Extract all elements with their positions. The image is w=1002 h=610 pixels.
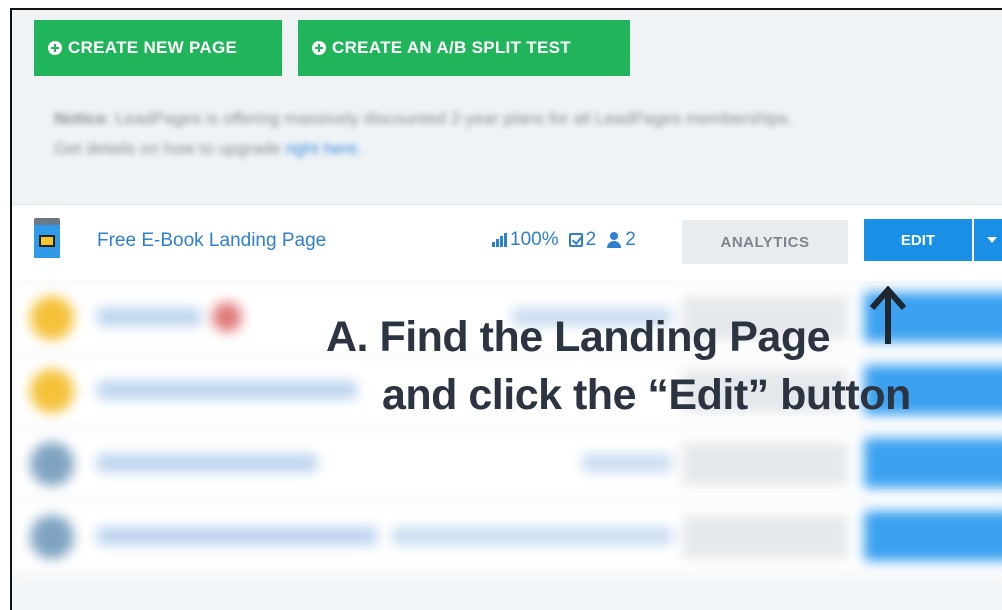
plus-circle-icon xyxy=(312,41,326,55)
page-icon xyxy=(30,442,74,486)
page-name-link[interactable]: Free E-Book Landing Page xyxy=(97,230,326,252)
annotation-line-2: and click the “Edit” button xyxy=(382,371,911,419)
notice-line2: Get details on how to upgrade xyxy=(54,139,281,158)
notice-banner: Notice: LeadPages is offering massively … xyxy=(54,109,793,158)
landing-page-icon xyxy=(34,218,60,258)
bar-chart-icon xyxy=(492,233,507,247)
list-item-featured: Free E-Book Landing Page 100% 2 2 ANALYT… xyxy=(12,205,1002,282)
check-square-icon xyxy=(568,233,583,247)
arrow-up-icon xyxy=(869,286,907,344)
users-value: 2 xyxy=(625,229,636,250)
stats-placeholder xyxy=(582,454,672,472)
conversion-value: 100% xyxy=(510,229,559,250)
users-stat: 2 xyxy=(606,229,636,251)
annotation-line-1: A. Find the Landing Page xyxy=(326,313,830,361)
list-item xyxy=(12,501,1002,574)
page-stats: 100% 2 2 xyxy=(492,229,636,251)
status-badge xyxy=(212,302,242,332)
notice-text: LeadPages is offering massively discount… xyxy=(115,109,793,128)
list-item xyxy=(12,428,1002,501)
create-split-test-label: CREATE AN A/B SPLIT TEST xyxy=(332,38,571,57)
top-toolbar: CREATE NEW PAGE CREATE AN A/B SPLIT TEST… xyxy=(12,10,1002,205)
page-name-placeholder xyxy=(97,454,317,472)
create-new-page-label: CREATE NEW PAGE xyxy=(68,38,238,57)
notice-link[interactable]: right here. xyxy=(286,139,363,158)
user-icon xyxy=(606,232,622,248)
page-name-placeholder xyxy=(97,381,357,399)
conversion-stat: 100% xyxy=(492,229,559,251)
analytics-button[interactable]: ANALYTICS xyxy=(682,220,848,264)
create-new-page-button[interactable]: CREATE NEW PAGE xyxy=(34,20,282,76)
page-name-placeholder xyxy=(97,308,201,326)
edit-button-placeholder xyxy=(864,511,1002,561)
analytics-button-placeholder xyxy=(682,442,848,486)
tasks-value: 2 xyxy=(585,229,597,250)
edit-button-placeholder xyxy=(864,438,1002,488)
edit-dropdown-caret-icon[interactable] xyxy=(974,219,1002,261)
stats-placeholder xyxy=(392,527,672,545)
create-split-test-button[interactable]: CREATE AN A/B SPLIT TEST xyxy=(298,20,630,76)
page-name-placeholder xyxy=(97,527,377,545)
edit-button[interactable]: EDIT xyxy=(864,219,972,261)
notice-title: Notice xyxy=(54,109,106,128)
page-icon xyxy=(30,369,74,413)
page-icon xyxy=(30,515,74,559)
tasks-stat: 2 xyxy=(568,229,597,251)
page-icon xyxy=(30,296,74,340)
plus-circle-icon xyxy=(48,41,62,55)
analytics-button-placeholder xyxy=(682,515,848,559)
instruction-annotation: A. Find the Landing Page and click the “… xyxy=(326,308,911,424)
